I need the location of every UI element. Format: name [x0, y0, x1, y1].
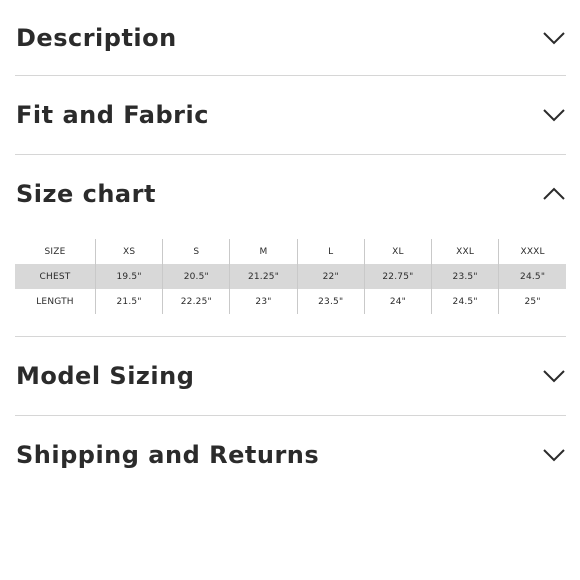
accordion-section-description: Description [15, 0, 566, 76]
size-chart-table-container: SIZE XS S M L XL XXL XXXL CHEST 19.5" 20… [15, 239, 566, 336]
description-toggle[interactable]: Description [15, 0, 566, 75]
accordion-section-shipping-and-returns: Shipping and Returns [15, 416, 566, 494]
table-cell: 22.25" [162, 289, 230, 314]
model-sizing-toggle[interactable]: Model Sizing [15, 337, 566, 415]
section-title: Description [16, 23, 177, 52]
chevron-down-icon[interactable] [540, 441, 568, 469]
section-title: Fit and Fabric [16, 101, 209, 129]
size-chart-table: SIZE XS S M L XL XXL XXXL CHEST 19.5" 20… [15, 239, 566, 314]
table-cell: 24.5" [498, 264, 566, 289]
product-accordion: Description Fit and Fabric Size chart SI… [15, 0, 566, 494]
header-cell: XXXL [498, 239, 566, 264]
section-title: Size chart [16, 180, 156, 208]
header-cell: M [229, 239, 298, 264]
header-cell: XS [94, 239, 163, 264]
accordion-section-fit-and-fabric: Fit and Fabric [15, 76, 566, 155]
header-cell: XL [363, 239, 432, 264]
size-chart-toggle[interactable]: Size chart [15, 155, 566, 233]
length-row: LENGTH 21.5" 22.25" 23" 23.5" 24" 24.5" … [15, 289, 566, 314]
accordion-section-model-sizing: Model Sizing [15, 337, 566, 416]
shipping-and-returns-toggle[interactable]: Shipping and Returns [15, 416, 566, 494]
row-label: CHEST [15, 264, 96, 289]
table-cell: 19.5" [94, 264, 163, 289]
table-cell: 24.5" [431, 289, 499, 314]
row-label: LENGTH [36, 296, 74, 307]
section-title: Shipping and Returns [16, 441, 320, 469]
chevron-down-icon[interactable] [540, 362, 568, 390]
table-cell: 20.5" [162, 264, 230, 289]
table-cell: 22.75" [363, 264, 432, 289]
table-cell: 25" [498, 289, 566, 314]
chevron-down-icon[interactable] [540, 101, 568, 129]
accordion-section-size-chart: Size chart SIZE XS S M L XL XXL XXXL CHE… [15, 155, 566, 337]
fit-and-fabric-toggle[interactable]: Fit and Fabric [15, 76, 566, 154]
chevron-down-icon[interactable] [540, 24, 568, 52]
table-cell: 21.5" [94, 289, 163, 314]
table-cell: 23" [229, 289, 298, 314]
table-cell: 22" [296, 264, 365, 289]
header-cell: L [296, 239, 365, 264]
table-cell: 21.25" [229, 264, 298, 289]
chevron-up-icon[interactable] [540, 180, 568, 208]
chest-row: CHEST 19.5" 20.5" 21.25" 22" 22.75" 23.5… [15, 264, 566, 289]
size-header-row: SIZE XS S M L XL XXL XXXL [15, 239, 566, 264]
table-cell: 23.5" [296, 289, 365, 314]
table-cell: 23.5" [431, 264, 499, 289]
table-cell: 24" [363, 289, 432, 314]
section-title: Model Sizing [16, 362, 195, 390]
header-cell: S [162, 239, 230, 264]
header-cell: SIZE [44, 246, 66, 257]
header-cell: XXL [431, 239, 499, 264]
